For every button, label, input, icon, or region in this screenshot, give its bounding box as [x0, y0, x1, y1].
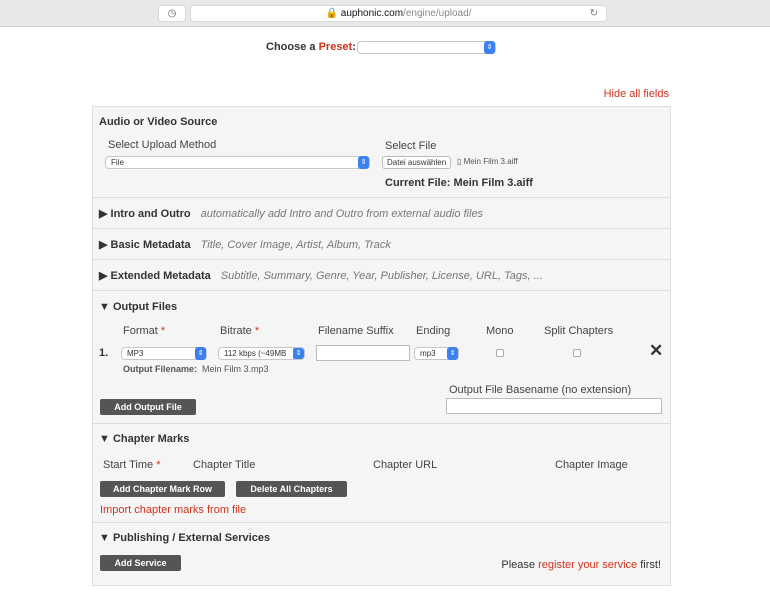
select-arrows-icon: ⇕ [447, 347, 458, 360]
publishing-header[interactable]: ▼ Publishing / External Services [99, 532, 270, 544]
required-star: * [160, 325, 166, 337]
select-arrows-icon: ⇕ [195, 347, 206, 360]
expand-triangle-icon: ▶ [99, 239, 108, 251]
expand-triangle-icon: ▶ [99, 208, 108, 220]
mono-checkbox[interactable] [496, 349, 504, 357]
format-select[interactable]: MP3 ⇕ [121, 347, 207, 360]
note-prefix: Please [501, 559, 539, 571]
register-note: Please register your service first! [501, 559, 661, 571]
suffix-header: Filename Suffix [318, 325, 394, 337]
section-desc: automatically add Intro and Outro from e… [200, 208, 484, 220]
required-star: * [254, 325, 260, 337]
chapter-title-header: Chapter Title [193, 459, 256, 471]
section-title: Publishing / External Services [112, 532, 271, 544]
upload-method-value: File [111, 158, 124, 167]
preset-label: Choose a Preset: [266, 41, 356, 53]
choose-file-button[interactable]: Datei auswählen [382, 156, 452, 169]
ending-value: mp3 [420, 349, 436, 358]
required-star: * [156, 459, 161, 471]
upload-form-panel: Audio or Video Source Select Upload Meth… [92, 106, 671, 586]
source-title: Audio or Video Source [99, 116, 218, 128]
format-header: Format * [123, 325, 165, 337]
select-arrows-icon: ⇕ [293, 348, 304, 359]
chapter-image-header: Chapter Image [555, 459, 628, 471]
preset-label-accent: Preset [318, 41, 353, 53]
publishing-section: ▼ Publishing / External Services Add Ser… [93, 523, 670, 593]
reload-icon[interactable]: ↻ [590, 6, 598, 21]
section-title: Intro and Outro [110, 208, 191, 220]
register-service-link[interactable]: register your service [538, 559, 637, 571]
chapter-marks-section: ▼ Chapter Marks Start Time * Chapter Tit… [93, 424, 670, 523]
bitrate-value: 112 kbps (~49MB [224, 349, 287, 358]
output-files-section: ▼ Output Files Format * Bitrate * Filena… [93, 291, 670, 424]
url-domain: auphonic.com [340, 8, 404, 19]
chapter-marks-header[interactable]: ▼ Chapter Marks [99, 433, 189, 445]
import-chapters-link[interactable]: Import chapter marks from file [100, 504, 246, 516]
output-filename-value: Mein Film 3.mp3 [202, 364, 269, 374]
source-section: Audio or Video Source Select Upload Meth… [93, 107, 670, 198]
history-icon[interactable]: ◷ [158, 5, 186, 22]
output-filename-label: Output Filename: [123, 364, 197, 374]
current-file: Current File: Mein Film 3.aiff [385, 177, 533, 189]
ending-select[interactable]: mp3 ⇕ [414, 347, 459, 360]
url-bar[interactable]: 🔒 auphonic.com/engine/upload/ ↻ [190, 5, 607, 22]
file-icon: ▯ [457, 157, 462, 166]
lock-icon: 🔒 [325, 8, 338, 19]
select-arrows-icon: ⇕ [358, 156, 369, 169]
preset-colon: : [352, 41, 356, 53]
upload-method-label: Select Upload Method [108, 139, 217, 151]
collapse-triangle-icon: ▼ [99, 433, 110, 445]
output-files-header[interactable]: ▼ Output Files [99, 301, 177, 313]
basic-metadata-section[interactable]: ▶ Basic Metadata Title, Cover Image, Arti… [93, 229, 670, 260]
bitrate-header-text: Bitrate [220, 325, 252, 337]
split-chapters-checkbox[interactable] [573, 349, 581, 357]
section-title: Extended Metadata [110, 270, 211, 282]
chosen-file: ▯ Mein Film 3.aiff [457, 157, 518, 166]
section-title: Chapter Marks [112, 433, 190, 445]
browser-toolbar: ◷ 🔒 auphonic.com/engine/upload/ ↻ [0, 0, 770, 27]
chapter-url-header: Chapter URL [373, 459, 438, 471]
bitrate-header: Bitrate * [220, 325, 259, 337]
output-filename: Output Filename: Mein Film 3.mp3 [123, 364, 269, 374]
expand-triangle-icon: ▶ [99, 270, 108, 282]
start-time-header: Start Time * [103, 459, 160, 471]
hide-all-fields-link[interactable]: Hide all fields [604, 88, 669, 100]
section-title: Output Files [112, 301, 178, 313]
chosen-file-name: Mein Film 3.aiff [463, 157, 518, 166]
select-file-label: Select File [385, 140, 437, 152]
remove-output-icon[interactable]: ✕ [649, 341, 663, 361]
row-number: 1. [99, 347, 109, 359]
collapse-triangle-icon: ▼ [99, 301, 110, 313]
preset-label-text: Choose a [266, 41, 319, 53]
url-path: /engine/upload/ [403, 8, 472, 19]
basename-label: Output File Basename (no extension) [449, 384, 632, 396]
upload-method-select[interactable]: File ⇕ [105, 156, 370, 169]
format-value: MP3 [127, 349, 144, 358]
add-output-file-button[interactable]: Add Output File [100, 399, 196, 415]
section-title: Basic Metadata [110, 239, 191, 251]
ending-header: Ending [416, 325, 451, 337]
filename-suffix-input[interactable] [316, 345, 410, 361]
note-suffix: first! [637, 559, 661, 571]
intro-outro-section[interactable]: ▶ Intro and Outro automatically add Intro… [93, 198, 670, 229]
split-chapters-header: Split Chapters [544, 325, 614, 337]
preset-select[interactable]: ⇕ [357, 41, 496, 54]
add-chapter-mark-row-button[interactable]: Add Chapter Mark Row [100, 481, 225, 497]
section-desc: Title, Cover Image, Artist, Album, Track [200, 239, 391, 251]
section-desc: Subtitle, Summary, Genre, Year, Publishe… [220, 270, 543, 282]
select-arrows-icon: ⇕ [484, 41, 495, 54]
delete-all-chapters-button[interactable]: Delete All Chapters [236, 481, 347, 497]
bitrate-select[interactable]: 112 kbps (~49MB ⇕ [218, 347, 305, 360]
start-time-text: Start Time [103, 459, 154, 471]
basename-input[interactable] [446, 398, 662, 414]
extended-metadata-section[interactable]: ▶ Extended Metadata Subtitle, Summary, Ge… [93, 260, 670, 291]
collapse-triangle-icon: ▼ [99, 532, 110, 544]
format-header-text: Format [123, 325, 158, 337]
mono-header: Mono [486, 325, 514, 337]
add-service-button[interactable]: Add Service [100, 555, 181, 571]
